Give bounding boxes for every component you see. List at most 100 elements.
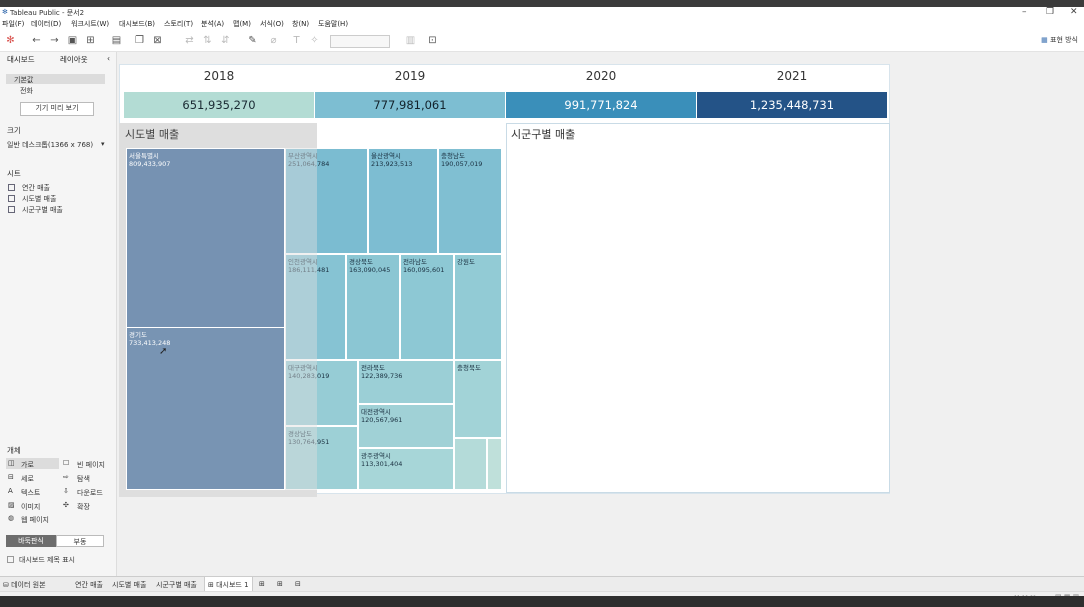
minimize-icon[interactable]: –	[1022, 7, 1027, 17]
treemap-cell-busan[interactable]: 부산광역시 251,064,784	[285, 148, 368, 254]
treemap-cell-gyeonggi[interactable]: 경기도 733,413,248	[126, 327, 285, 490]
floating-toggle[interactable]: 부동	[56, 535, 104, 547]
treemap-cell-gangwon[interactable]: 강원도	[454, 254, 502, 360]
object-blank[interactable]: 빈 페이지	[77, 460, 105, 470]
sheet-sido-sales[interactable]: 시도별 매출	[22, 194, 56, 204]
tab-sido-sales[interactable]: 시도별 매출	[112, 580, 146, 590]
dashboard-tab-icon: ⊞	[208, 581, 214, 589]
close-icon[interactable]: ✕	[1070, 7, 1078, 17]
cell-value: 160,095,601	[403, 266, 445, 274]
clear-sheet-icon[interactable]: ⊠	[151, 34, 164, 47]
treemap-cell-gwangju[interactable]: 광주광역시 113,301,404	[358, 448, 454, 490]
menu-window[interactable]: 창(N)	[292, 19, 309, 29]
sort-asc-icon[interactable]: ⇅	[201, 34, 214, 47]
object-image[interactable]: 이미지	[21, 502, 40, 512]
menu-story[interactable]: 스토리(T)	[164, 19, 193, 29]
menu-dashboard[interactable]: 대시보드(B)	[119, 19, 155, 29]
device-preview-button[interactable]: 기기 미리 보기	[20, 102, 94, 116]
group-icon[interactable]: ⌀	[267, 34, 280, 47]
annual-sales-bar[interactable]: 651,935,270	[124, 92, 314, 118]
annual-sales-value: 651,935,270	[182, 98, 256, 112]
treemap-cell-small[interactable]	[454, 438, 487, 490]
new-story-icon[interactable]: ⊟	[295, 580, 301, 588]
annual-sales-bar[interactable]: 777,981,061	[315, 92, 505, 118]
treemap-cell-daegu[interactable]: 대구광역시 140,283,019	[285, 360, 358, 426]
cell-value: 190,057,019	[441, 160, 483, 168]
new-worksheet-icon[interactable]: ⊞	[259, 580, 265, 588]
treemap-cell-chungbuk[interactable]: 충청북도	[454, 360, 502, 438]
object-text[interactable]: 텍스트	[21, 488, 40, 498]
new-datasource-icon[interactable]: ⊞	[84, 34, 97, 47]
restore-icon[interactable]: ❐	[1046, 7, 1054, 17]
duplicate-icon[interactable]: ❐	[133, 34, 146, 47]
datasource-label: 데이터 원본	[11, 581, 46, 589]
object-extension[interactable]: 확장	[77, 502, 90, 512]
cell-value: 733,413,248	[129, 339, 171, 347]
cell-value: 163,090,045	[349, 266, 391, 274]
tab-annual-sales[interactable]: 연간 매출	[75, 580, 103, 590]
show-cards-icon[interactable]: ▥	[404, 34, 417, 47]
menu-file[interactable]: 파일(F)	[2, 19, 24, 29]
show-me-button[interactable]: ▦ 표현 방식	[1041, 35, 1078, 45]
tiled-toggle[interactable]: 바둑판식	[6, 535, 56, 547]
menu-format[interactable]: 서식(O)	[260, 19, 284, 29]
sheet-annual-sales[interactable]: 연간 매출	[22, 183, 50, 193]
menu-help[interactable]: 도움말(H)	[318, 19, 348, 29]
show-title-checkbox[interactable]	[7, 556, 14, 563]
cell-value: 113,301,404	[361, 460, 403, 468]
size-heading: 크기	[7, 126, 21, 135]
object-vertical[interactable]: 세로	[21, 474, 34, 484]
menu-analysis[interactable]: 분석(A)	[201, 19, 224, 29]
treemap-cell-gyeongbuk[interactable]: 경상북도 163,090,045	[346, 254, 400, 360]
cell-name: 전라남도	[403, 258, 427, 266]
fit-dropdown[interactable]	[330, 35, 390, 48]
chevron-down-icon[interactable]: ▾	[101, 140, 105, 148]
show-title-label: 대시보드 제목 표시	[19, 556, 75, 564]
tab-sigungu-sales[interactable]: 시군구별 매출	[156, 580, 197, 590]
swap-icon[interactable]: ⇄	[183, 34, 196, 47]
tableau-logo-icon[interactable]: ✻	[4, 34, 17, 47]
tab-layout[interactable]: 레이아웃	[60, 54, 88, 65]
tableau-window: ✻ Tableau Public - 문서2 – ❐ ✕ 파일(F) 데이터(D…	[0, 7, 1084, 603]
redo-icon[interactable]: →	[48, 34, 61, 47]
year-label: 2020	[585, 69, 617, 83]
undo-icon[interactable]: ←	[30, 34, 43, 47]
sort-desc-icon[interactable]: ⇵	[219, 34, 232, 47]
presentation-icon[interactable]: ⊡	[426, 34, 439, 47]
menu-worksheet[interactable]: 워크시트(W)	[71, 19, 109, 29]
treemap-cell-incheon[interactable]: 인천광역시 186,111,481	[285, 254, 346, 360]
sheet-tab-bar: ⛁ 데이터 원본 연간 매출 시도별 매출 시군구별 매출 ⊞ 대시보드 1 ⊞…	[0, 576, 1084, 597]
annual-sales-bar[interactable]: 991,771,824	[506, 92, 696, 118]
object-download[interactable]: 다운로드	[77, 488, 103, 498]
annual-sales-bar[interactable]: 1,235,448,731	[697, 92, 887, 118]
treemap-cell-gyeongnam[interactable]: 경상남도 130,764,951	[285, 426, 358, 490]
pin-icon[interactable]: ✧	[308, 34, 321, 47]
treemap-cell-ulsan[interactable]: 울산광역시 213,923,513	[368, 148, 438, 254]
treemap-cell-jeonbuk[interactable]: 전라북도 122,389,736	[358, 360, 454, 404]
treemap-cell-chungnam[interactable]: 충청남도 190,057,019	[438, 148, 502, 254]
object-navigation[interactable]: 탐색	[77, 474, 90, 484]
cell-name: 울산광역시	[371, 152, 401, 160]
device-phone[interactable]: 전화	[20, 86, 33, 96]
treemap-cell-small[interactable]	[487, 438, 502, 490]
tab-dashboard[interactable]: 대시보드	[7, 54, 35, 65]
cell-name: 경기도	[129, 331, 147, 339]
cell-name: 인천광역시	[288, 258, 318, 266]
size-dropdown[interactable]: 일반 데스크톱(1366 x 768)	[7, 140, 93, 150]
collapse-panel-icon[interactable]: ‹	[107, 54, 110, 63]
label-icon[interactable]: T	[290, 34, 303, 47]
treemap-cell-daejeon[interactable]: 대전광역시 120,567,961	[358, 404, 454, 448]
highlight-icon[interactable]: ✎	[246, 34, 259, 47]
new-sheet-icon[interactable]: ▤	[110, 34, 123, 47]
tab-datasource[interactable]: ⛁ 데이터 원본	[3, 580, 46, 590]
sheet-sigungu-sales[interactable]: 시군구별 매출	[22, 205, 63, 215]
save-icon[interactable]: ▣	[66, 34, 79, 47]
new-dashboard-icon[interactable]: ⊞	[277, 580, 283, 588]
object-web-page[interactable]: 웹 페이지	[21, 515, 49, 525]
treemap-cell-jeonnam[interactable]: 전라남도 160,095,601	[400, 254, 454, 360]
treemap-cell-seoul[interactable]: 서울특별시 809,433,907	[126, 148, 285, 328]
menu-data[interactable]: 데이터(D)	[31, 19, 61, 29]
menu-map[interactable]: 맵(M)	[233, 19, 251, 29]
menu-bar: 파일(F) 데이터(D) 워크시트(W) 대시보드(B) 스토리(T) 분석(A…	[0, 18, 1084, 30]
screen-top-edge	[0, 0, 1084, 7]
